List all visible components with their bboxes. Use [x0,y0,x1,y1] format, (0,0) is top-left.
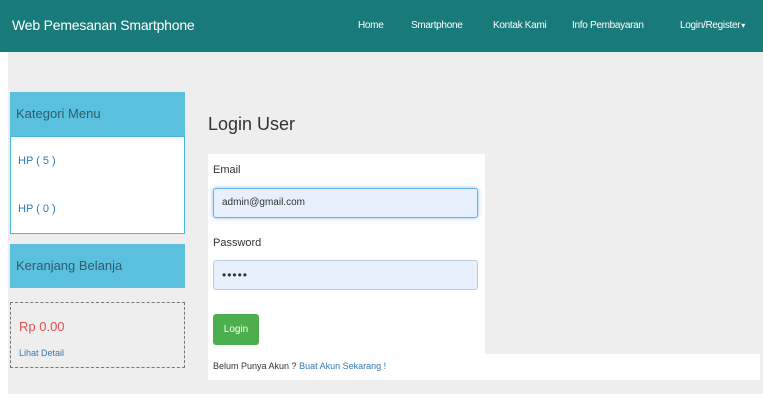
nav-home[interactable]: Home [358,20,384,31]
register-prompt: Belum Punya Akun ? [213,361,297,371]
chevron-down-icon: ▾ [741,21,746,30]
category-list: HP ( 5 ) HP ( 0 ) [10,136,185,234]
cart-panel-heading: Keranjang Belanja [10,244,185,288]
nav-login-register[interactable]: Login/Register▾ [680,20,745,31]
password-field[interactable]: ••••• [213,260,478,290]
login-form: Email admin@gmail.com Password ••••• Log… [208,154,485,354]
nav-info-pembayaran[interactable]: Info Pembayaran [572,20,644,31]
category-item[interactable]: HP ( 0 ) [18,203,56,215]
nav-kontak-kami[interactable]: Kontak Kami [493,20,547,31]
page-title: Login User [208,114,296,134]
email-label: Email [213,164,241,176]
password-label: Password [213,237,262,249]
nav-smartphone[interactable]: Smartphone [411,20,463,31]
category-item[interactable]: HP ( 5 ) [18,155,56,167]
login-button[interactable]: Login [213,314,259,345]
brand-title[interactable]: Web Pemesanan Smartphone [12,17,195,33]
email-field[interactable]: admin@gmail.com [213,188,478,218]
top-navbar: Web Pemesanan Smartphone Home Smartphone… [0,0,763,52]
cart-total: Rp 0.00 [19,319,65,334]
register-text: Belum Punya Akun ? Buat Akun Sekarang ! [213,361,386,371]
register-link[interactable]: Buat Akun Sekarang ! [299,361,386,371]
cart-detail-link[interactable]: Lihat Detail [19,348,64,358]
nav-login-register-label: Login/Register [680,20,741,31]
category-panel-heading: Kategori Menu [10,92,185,136]
register-row: Belum Punya Akun ? Buat Akun Sekarang ! [208,354,760,380]
cart-summary: Rp 0.00 Lihat Detail [10,302,185,368]
